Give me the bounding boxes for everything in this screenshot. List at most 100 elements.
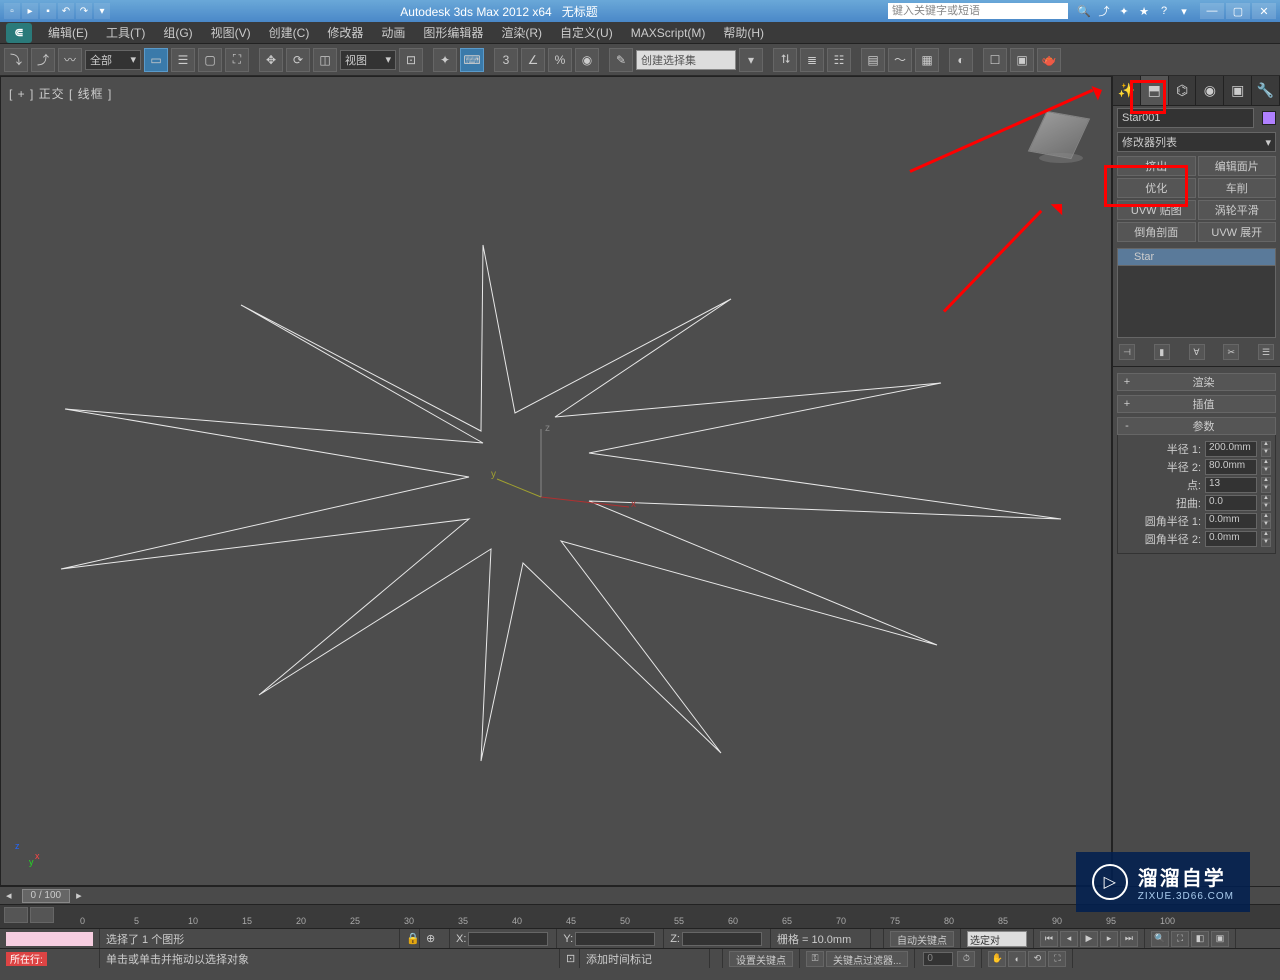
mod-btn-optimize[interactable]: 优化 <box>1117 178 1196 198</box>
rollout-header-params[interactable]: -参数 <box>1117 417 1276 435</box>
render-setup-icon[interactable]: ☐ <box>983 48 1007 72</box>
set-key-button[interactable]: 设置关键点 <box>729 951 793 967</box>
auto-key-button[interactable]: 自动关键点 <box>890 931 954 947</box>
move-icon[interactable]: ✥ <box>259 48 283 72</box>
schematic-view-icon[interactable]: ▦ <box>915 48 939 72</box>
goto-start-icon[interactable]: ⏮ <box>1040 931 1058 947</box>
select-manipulate-icon[interactable]: ✦ <box>433 48 457 72</box>
mod-btn-uvw-map[interactable]: UVW 贴图 <box>1117 200 1196 220</box>
minimize-button[interactable]: — <box>1200 3 1224 19</box>
menu-views[interactable]: 视图(V) <box>203 22 259 43</box>
qat-more-icon[interactable]: ▾ <box>94 3 110 19</box>
input-fillet1[interactable]: 0.0mm <box>1205 513 1257 529</box>
angle-snap-icon[interactable]: ∠ <box>521 48 545 72</box>
favorite-icon[interactable]: ★ <box>1136 3 1152 19</box>
mod-btn-lathe[interactable]: 车削 <box>1198 178 1277 198</box>
tab-create[interactable]: ✨ <box>1113 76 1141 105</box>
help-icon[interactable]: ? <box>1156 3 1172 19</box>
named-selection-set-input[interactable]: 创建选择集 <box>636 50 736 70</box>
menu-animation[interactable]: 动画 <box>373 22 413 43</box>
rollout-header-interpolation[interactable]: +插值 <box>1117 395 1276 413</box>
remove-modifier-icon[interactable]: ✂ <box>1223 344 1239 360</box>
key-filters-button[interactable]: 关键点过滤器... <box>826 951 908 967</box>
tab-display[interactable]: ▣ <box>1224 76 1252 105</box>
graphite-ribbon-icon[interactable]: ▤ <box>861 48 885 72</box>
input-radius2[interactable]: 80.0mm <box>1205 459 1257 475</box>
pivot-center-icon[interactable]: ⊡ <box>399 48 423 72</box>
spinner-points[interactable]: ▲▼ <box>1261 477 1271 493</box>
spinner-radius1[interactable]: ▲▼ <box>1261 441 1271 457</box>
mod-btn-edit-patch[interactable]: 编辑面片 <box>1198 156 1277 176</box>
material-editor-icon[interactable]: ◐ <box>949 48 973 72</box>
time-slider-button[interactable]: 0 / 100 <box>22 889 71 903</box>
current-frame-input[interactable]: 0 <box>923 952 953 966</box>
subscription-icon[interactable]: ⤴ <box>1096 3 1112 19</box>
absolute-transform-icon[interactable]: ⊕ <box>420 929 450 948</box>
open-icon[interactable]: ▸ <box>22 3 38 19</box>
lock-selection-icon[interactable]: 🔒 <box>400 929 420 948</box>
menu-graph-editors[interactable]: 图形编辑器 <box>415 22 491 43</box>
time-config-icon[interactable]: ⏱ <box>957 951 975 967</box>
mod-btn-uvw-unwrap[interactable]: UVW 展开 <box>1198 222 1277 242</box>
menu-rendering[interactable]: 渲染(R) <box>493 22 550 43</box>
select-object-icon[interactable]: ▭ <box>144 48 168 72</box>
stack-item-star[interactable]: Star <box>1118 249 1275 266</box>
play-icon[interactable]: ▶ <box>1080 931 1098 947</box>
redo-icon[interactable]: ↷ <box>76 3 92 19</box>
exchange-icon[interactable]: ✦ <box>1116 3 1132 19</box>
mod-btn-turbosmooth[interactable]: 涡轮平滑 <box>1198 200 1277 220</box>
mod-btn-extrude[interactable]: 挤出 <box>1117 156 1196 176</box>
modifier-stack[interactable]: Star <box>1117 248 1276 338</box>
undo-icon[interactable]: ↶ <box>58 3 74 19</box>
align-icon[interactable]: ≣ <box>800 48 824 72</box>
help-search-input[interactable]: 键入关键字或短语 <box>888 3 1068 19</box>
selection-set-dd-icon[interactable]: ▾ <box>739 48 763 72</box>
rendered-frame-icon[interactable]: ▣ <box>1010 48 1034 72</box>
menu-group[interactable]: 组(G) <box>155 22 200 43</box>
spinner-fillet1[interactable]: ▲▼ <box>1261 513 1271 529</box>
menu-help[interactable]: 帮助(H) <box>715 22 772 43</box>
select-by-name-icon[interactable]: ☰ <box>171 48 195 72</box>
save-icon[interactable]: ▪ <box>40 3 56 19</box>
trackbar-toggle-icon[interactable] <box>4 907 28 923</box>
menu-create[interactable]: 创建(C) <box>261 22 318 43</box>
input-points[interactable]: 13 <box>1205 477 1257 493</box>
percent-snap-icon[interactable]: % <box>548 48 572 72</box>
isolate-icon[interactable]: ⊡ <box>560 949 580 968</box>
nav-orbit-icon[interactable]: ⟲ <box>1028 951 1046 967</box>
unlink-icon[interactable]: ⤴ <box>31 48 55 72</box>
mirror-icon[interactable]: ⮁ <box>773 48 797 72</box>
input-distortion[interactable]: 0.0 <box>1205 495 1257 511</box>
rollout-header-render[interactable]: +渲染 <box>1117 373 1276 391</box>
rect-select-region-icon[interactable]: ▢ <box>198 48 222 72</box>
app-menu-button[interactable]: ⋐ <box>6 23 32 43</box>
input-fillet2[interactable]: 0.0mm <box>1205 531 1257 547</box>
menu-modifiers[interactable]: 修改器 <box>319 22 371 43</box>
show-end-result-icon[interactable]: ▮ <box>1154 344 1170 360</box>
bind-spacewarp-icon[interactable]: 〰 <box>58 48 82 72</box>
input-y[interactable] <box>575 932 655 946</box>
goto-end-icon[interactable]: ⏭ <box>1120 931 1138 947</box>
spinner-distortion[interactable]: ▲▼ <box>1261 495 1271 511</box>
spinner-fillet2[interactable]: ▲▼ <box>1261 531 1271 547</box>
tab-modify[interactable]: ⬒ <box>1141 76 1169 105</box>
key-mode-dropdown[interactable]: 选定对 <box>967 931 1027 947</box>
tab-hierarchy[interactable]: ⌬ <box>1169 76 1197 105</box>
maxscript-mini-listener-pink[interactable] <box>6 932 93 946</box>
prev-frame-icon[interactable]: ◂ <box>1060 931 1078 947</box>
menu-edit[interactable]: 编辑(E) <box>40 22 96 43</box>
help-dd-icon[interactable]: ▾ <box>1176 3 1192 19</box>
viewport[interactable]: [ + ] 正交 [ 线框 ] x y z zyx <box>0 76 1112 886</box>
nav-zoom-all-icon[interactable]: ⛶ <box>1171 931 1189 947</box>
modifier-list-dropdown[interactable]: 修改器列表▾ <box>1117 132 1276 152</box>
snap-toggle-icon[interactable]: 3 <box>494 48 518 72</box>
menu-tools[interactable]: 工具(T) <box>98 22 153 43</box>
nav-max-toggle-icon[interactable]: ⛶ <box>1048 951 1066 967</box>
add-time-tag[interactable]: 添加时间标记 <box>580 949 710 968</box>
close-button[interactable]: ✕ <box>1252 3 1276 19</box>
window-crossing-icon[interactable]: ⛶ <box>225 48 249 72</box>
make-unique-icon[interactable]: ∀ <box>1189 344 1205 360</box>
edit-selection-set-icon[interactable]: ✎ <box>609 48 633 72</box>
nav-field-of-view-icon[interactable]: ◧ <box>1191 931 1209 947</box>
input-radius1[interactable]: 200.0mm <box>1205 441 1257 457</box>
